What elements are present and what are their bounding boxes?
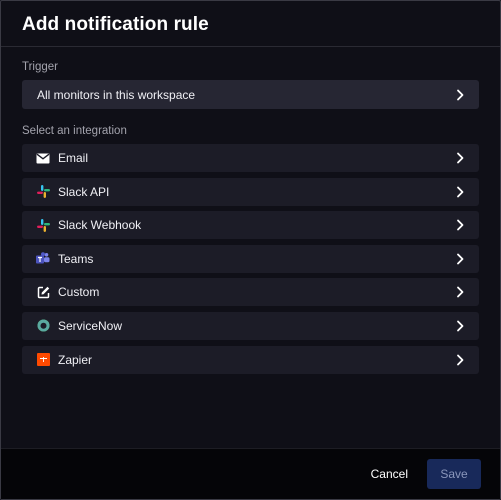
- integration-item-slack-webhook[interactable]: Slack Webhook: [22, 211, 479, 240]
- integration-list: Email Slack API Slack Webhook Teams Cust…: [22, 144, 479, 374]
- chevron-right-icon: [455, 186, 465, 198]
- envelope-icon: [36, 151, 50, 165]
- slack-icon: [36, 185, 50, 199]
- integration-item-email[interactable]: Email: [22, 144, 479, 172]
- servicenow-icon: [36, 319, 50, 333]
- integration-item-custom[interactable]: Custom: [22, 278, 479, 307]
- integration-label: Select an integration: [22, 125, 127, 137]
- edit-icon: [36, 285, 50, 299]
- integration-item-slack-api[interactable]: Slack API: [22, 177, 479, 206]
- integration-item-teams[interactable]: Teams: [22, 244, 479, 273]
- trigger-value: All monitors in this workspace: [37, 87, 196, 102]
- dialog-title: Add notification rule: [22, 14, 209, 35]
- integration-item-servicenow[interactable]: ServiceNow: [22, 311, 479, 340]
- trigger-label: Trigger: [22, 61, 58, 73]
- dialog-body: Trigger All monitors in this workspace S…: [1, 61, 500, 374]
- chevron-right-icon: [455, 89, 465, 101]
- integration-label-custom: Custom: [58, 285, 100, 300]
- trigger-select[interactable]: All monitors in this workspace: [22, 80, 479, 109]
- dialog-header: Add notification rule: [1, 1, 500, 47]
- integration-label-servicenow: ServiceNow: [58, 318, 123, 333]
- teams-icon: [36, 252, 50, 266]
- integration-label-teams: Teams: [58, 251, 94, 266]
- zapier-icon: [36, 353, 50, 367]
- integration-item-zapier[interactable]: Zapier: [22, 345, 479, 374]
- chevron-right-icon: [455, 286, 465, 298]
- chevron-right-icon: [455, 354, 465, 366]
- integration-label-slack-webhook: Slack Webhook: [58, 218, 142, 233]
- dialog-footer: Cancel Save: [1, 448, 500, 499]
- chevron-right-icon: [455, 253, 465, 265]
- integration-label-zapier: Zapier: [58, 352, 93, 367]
- chevron-right-icon: [455, 219, 465, 231]
- chevron-right-icon: [455, 320, 465, 332]
- save-button[interactable]: Save: [427, 459, 481, 489]
- integration-label-email: Email: [58, 151, 89, 165]
- cancel-button[interactable]: Cancel: [371, 467, 408, 481]
- chevron-right-icon: [455, 152, 465, 164]
- integration-label-slack-api: Slack API: [58, 184, 110, 199]
- notification-rule-dialog: Add notification rule Trigger All monito…: [0, 0, 501, 500]
- slack-icon: [36, 218, 50, 232]
